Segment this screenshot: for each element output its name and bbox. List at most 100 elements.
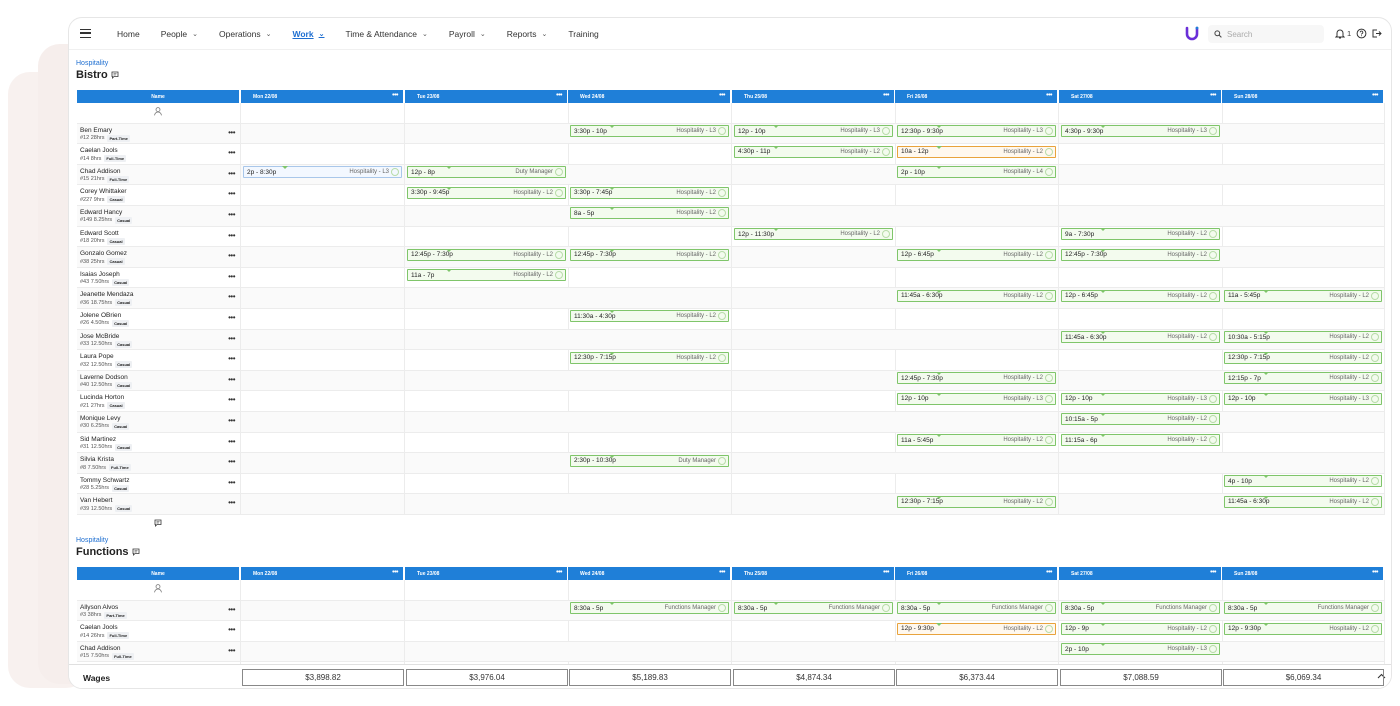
day-cell[interactable] bbox=[1059, 473, 1223, 495]
day-cell[interactable]: 8:30a - 5p Functions Manager bbox=[1059, 600, 1223, 622]
day-cell[interactable]: 3:30p - 9:45p Hospitality - L2 bbox=[405, 185, 569, 206]
more-icon[interactable]: ••• bbox=[228, 625, 235, 634]
day-cell[interactable] bbox=[405, 308, 569, 330]
more-icon[interactable]: ••• bbox=[228, 605, 235, 614]
day-cell[interactable] bbox=[241, 267, 405, 289]
day-cell[interactable] bbox=[895, 205, 1059, 227]
day-cell[interactable] bbox=[732, 247, 896, 268]
day-cell[interactable]: 12p - 10p Hospitality - L3 bbox=[1222, 391, 1385, 412]
employee-cell[interactable]: Isaias Joseph #43 7.50hrs Casual ••• bbox=[77, 267, 241, 289]
day-cell[interactable] bbox=[732, 641, 896, 663]
day-cell[interactable] bbox=[1059, 370, 1223, 392]
day-cell[interactable]: 11:45a - 6:30p Hospitality - L2 bbox=[895, 288, 1059, 309]
day-cell[interactable] bbox=[241, 473, 405, 495]
more-icon[interactable]: ••• bbox=[228, 457, 235, 466]
day-cell[interactable] bbox=[1222, 432, 1385, 454]
day-cell[interactable] bbox=[732, 185, 896, 206]
day-cell[interactable]: 8a - 5p Hospitality - L2 bbox=[568, 205, 732, 227]
shift-block[interactable]: 12:45p - 7:30p Hospitality - L2 bbox=[407, 248, 566, 261]
day-cell[interactable]: 12p - 8p Duty Manager bbox=[405, 164, 569, 186]
search-box[interactable] bbox=[1208, 25, 1324, 43]
day-cell[interactable]: 3:30p - 10p Hospitality - L3 bbox=[568, 123, 732, 145]
more-icon[interactable]: ••• bbox=[392, 569, 398, 576]
day-cell[interactable]: 12:45p - 7:30p Hospitality - L2 bbox=[1059, 247, 1223, 268]
day-cell[interactable]: 12p - 10p Hospitality - L3 bbox=[1059, 391, 1223, 412]
day-cell[interactable] bbox=[405, 123, 569, 145]
day-cell[interactable]: 10:15a - 5p Hospitality - L2 bbox=[1059, 411, 1223, 433]
employee-cell[interactable]: Silvia Krista #8 7.50hrs Full-Time ••• bbox=[77, 453, 241, 474]
shift-block[interactable]: 2p - 8:30p Hospitality - L3 bbox=[243, 166, 402, 179]
header-day[interactable]: Sat 27/08 ••• bbox=[1059, 90, 1221, 103]
shift-block[interactable]: 12p - 10p Hospitality - L3 bbox=[1224, 392, 1382, 405]
day-cell[interactable] bbox=[568, 391, 732, 412]
day-cell[interactable]: 4p - 10p Hospitality - L2 bbox=[1222, 473, 1385, 495]
shift-block[interactable]: 8:30a - 5p Functions Manager bbox=[1224, 602, 1382, 615]
day-cell[interactable]: 8:30a - 5p Functions Manager bbox=[1222, 600, 1385, 622]
day-cell[interactable] bbox=[732, 432, 896, 454]
day-cell[interactable] bbox=[241, 123, 405, 145]
logo-icon[interactable] bbox=[1185, 26, 1199, 41]
comment-icon[interactable] bbox=[111, 71, 119, 79]
shift-block[interactable]: 4:30p - 11p Hospitality - L2 bbox=[734, 145, 893, 158]
shift-block[interactable]: 2:30p - 10:30p Duty Manager bbox=[570, 454, 729, 467]
day-cell[interactable]: 12p - 11:30p Hospitality - L2 bbox=[732, 226, 896, 248]
day-cell[interactable] bbox=[732, 453, 896, 474]
employee-cell[interactable]: Edward Scott #18 20hrs Casual ••• bbox=[77, 226, 241, 248]
shift-block[interactable]: 8a - 5p Hospitality - L2 bbox=[570, 207, 729, 220]
day-cell[interactable] bbox=[241, 288, 405, 309]
shift-block[interactable]: 10:15a - 5p Hospitality - L2 bbox=[1061, 413, 1220, 426]
day-cell[interactable] bbox=[895, 641, 1059, 663]
day-cell[interactable] bbox=[568, 621, 732, 642]
day-cell[interactable]: 11:30a - 4:30p Hospitality - L2 bbox=[568, 308, 732, 330]
employee-cell[interactable]: Edward Hancy #149 8.25hrs Casual ••• bbox=[77, 205, 241, 227]
day-cell[interactable]: 2p - 8:30p Hospitality - L3 bbox=[241, 164, 405, 186]
shift-block[interactable]: 12:45p - 7:30p Hospitality - L2 bbox=[1061, 248, 1220, 261]
day-cell[interactable] bbox=[241, 144, 405, 165]
day-cell[interactable]: 8:30a - 5p Functions Manager bbox=[568, 600, 732, 622]
more-icon[interactable]: ••• bbox=[228, 395, 235, 404]
day-cell[interactable] bbox=[405, 453, 569, 474]
day-cell[interactable]: 2p - 10p Hospitality - L4 bbox=[895, 164, 1059, 186]
day-cell[interactable] bbox=[568, 370, 732, 392]
day-cell[interactable] bbox=[1222, 641, 1385, 663]
grid-cell[interactable] bbox=[405, 103, 569, 124]
day-cell[interactable] bbox=[568, 267, 732, 289]
grid-cell[interactable] bbox=[895, 580, 1059, 601]
day-cell[interactable] bbox=[568, 164, 732, 186]
more-icon[interactable]: ••• bbox=[556, 92, 562, 99]
day-cell[interactable] bbox=[1059, 267, 1223, 289]
header-day[interactable]: Wed 24/08 ••• bbox=[568, 567, 730, 580]
more-icon[interactable]: ••• bbox=[228, 375, 235, 384]
header-day[interactable]: Thu 25/08 ••• bbox=[732, 567, 894, 580]
more-icon[interactable]: ••• bbox=[228, 416, 235, 425]
shift-block[interactable]: 2p - 10p Hospitality - L4 bbox=[897, 166, 1056, 179]
day-cell[interactable] bbox=[1059, 144, 1223, 165]
day-cell[interactable] bbox=[568, 641, 732, 663]
shift-block[interactable]: 12p - 8p Duty Manager bbox=[407, 166, 566, 179]
day-cell[interactable] bbox=[1222, 411, 1385, 433]
day-cell[interactable] bbox=[1222, 185, 1385, 206]
more-icon[interactable]: ••• bbox=[1210, 569, 1216, 576]
employee-cell[interactable]: Laverne Dodson #40 12.50hrs Casual ••• bbox=[77, 370, 241, 392]
shift-block[interactable]: 11a - 5:45p Hospitality - L2 bbox=[1224, 289, 1382, 302]
nav-item-operations[interactable]: Operations ⌄ bbox=[219, 29, 271, 39]
employee-cell[interactable]: Gonzalo Gomez #38 25hrs Casual ••• bbox=[77, 247, 241, 268]
day-cell[interactable] bbox=[241, 391, 405, 412]
day-cell[interactable]: 12p - 6:45p Hospitality - L2 bbox=[895, 247, 1059, 268]
more-icon[interactable]: ••• bbox=[1046, 569, 1052, 576]
grid-cell[interactable] bbox=[568, 103, 732, 124]
shift-block[interactable]: 12p - 9:30p Hospitality - L2 bbox=[897, 622, 1056, 635]
more-icon[interactable]: ••• bbox=[228, 292, 235, 301]
day-cell[interactable] bbox=[405, 432, 569, 454]
shift-block[interactable]: 12:30p - 7:15p Hospitality - L2 bbox=[897, 495, 1056, 508]
day-cell[interactable] bbox=[405, 600, 569, 622]
header-day[interactable]: Tue 23/08 ••• bbox=[405, 567, 567, 580]
grid-cell[interactable] bbox=[405, 580, 569, 601]
day-cell[interactable] bbox=[732, 370, 896, 392]
shift-block[interactable]: 12p - 10p Hospitality - L3 bbox=[734, 125, 893, 138]
day-cell[interactable] bbox=[732, 473, 896, 495]
more-icon[interactable]: ••• bbox=[719, 569, 725, 576]
day-cell[interactable]: 12:15p - 7p Hospitality - L2 bbox=[1222, 370, 1385, 392]
day-cell[interactable] bbox=[1059, 350, 1223, 371]
day-cell[interactable] bbox=[1059, 494, 1223, 515]
